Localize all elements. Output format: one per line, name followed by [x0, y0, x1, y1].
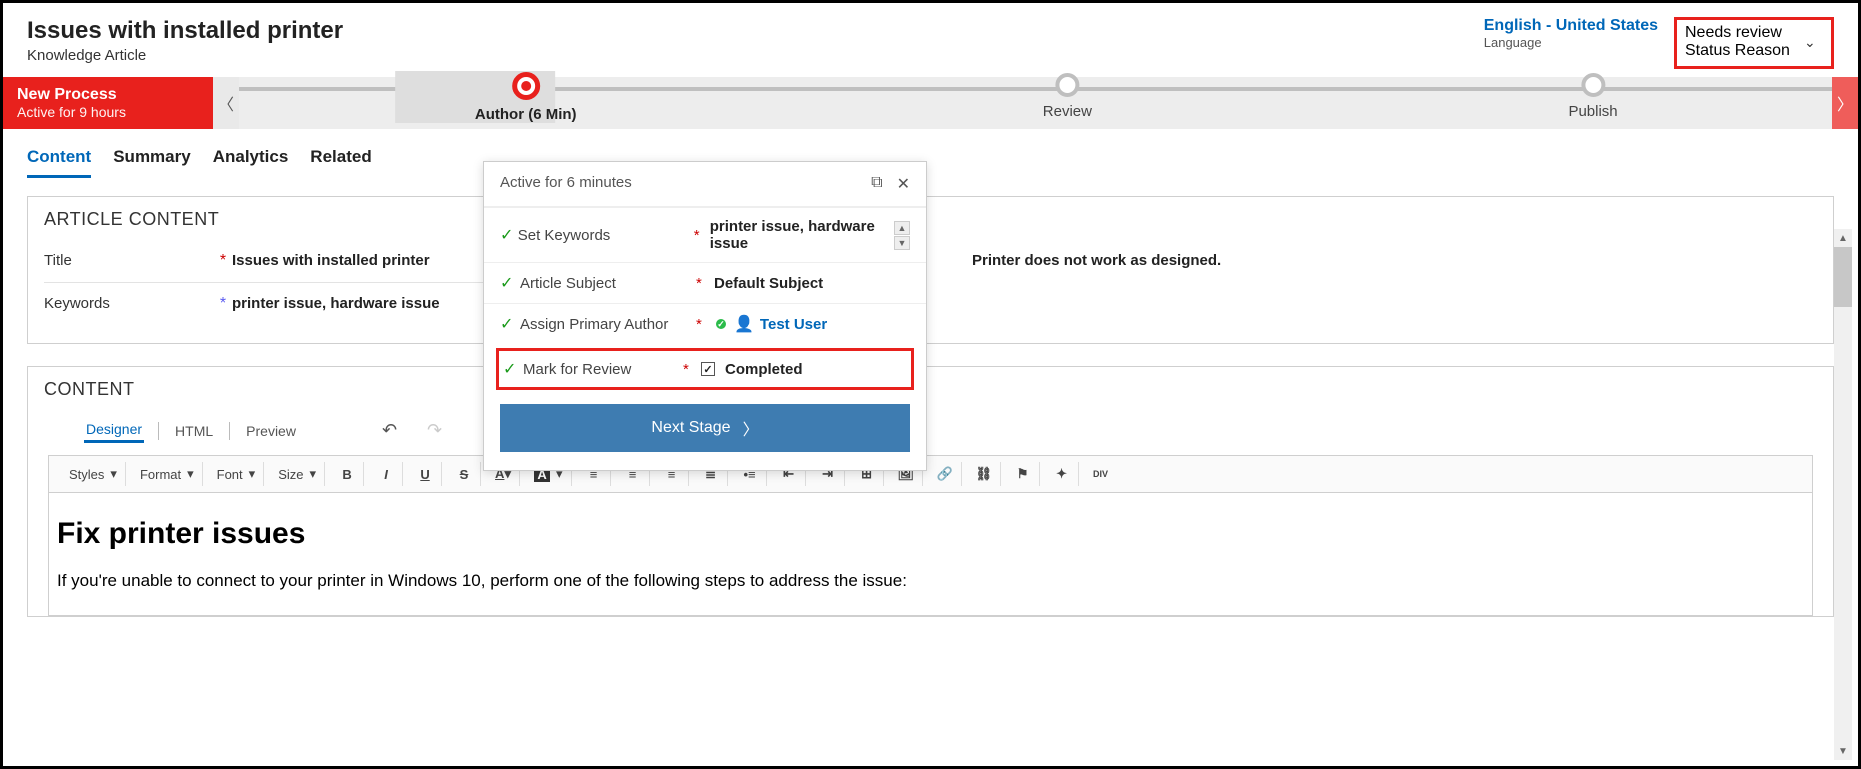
strike-icon[interactable]: S	[448, 462, 481, 486]
entity-type: Knowledge Article	[27, 47, 343, 64]
process-prev-button[interactable]: 〈	[213, 77, 239, 129]
process-next-button[interactable]: 〉	[1832, 77, 1858, 129]
required-icon: *	[214, 252, 232, 270]
italic-icon[interactable]: I	[370, 462, 403, 486]
section-title: ARTICLE CONTENT	[44, 209, 1817, 230]
popup-row-review[interactable]: ✓ Mark for Review * ✓ Completed	[496, 348, 914, 390]
editor-body[interactable]: Fix printer issues If you're unable to c…	[48, 493, 1813, 616]
tab-analytics[interactable]: Analytics	[213, 143, 289, 178]
checkbox-icon[interactable]: ✓	[701, 362, 715, 376]
undo-icon[interactable]: ↶	[382, 420, 397, 441]
process-name: New Process	[17, 86, 199, 104]
underline-icon[interactable]: U	[409, 462, 442, 486]
popout-icon[interactable]: ⧉	[871, 174, 882, 194]
process-duration: Active for 9 hours	[17, 104, 199, 120]
stage-flyout: Active for 6 minutes ⧉ ✕ ✓ Set Keywords …	[483, 161, 927, 471]
font-dropdown[interactable]: Font▾	[209, 462, 265, 486]
process-info[interactable]: New Process Active for 9 hours	[3, 77, 213, 129]
process-stage-bar: Author (6 Min) Review Publish	[239, 77, 1832, 129]
description-field[interactable]: Description * Printer does not work as d…	[784, 240, 1817, 282]
status-value: Needs review	[1685, 24, 1790, 42]
status-label: Status Reason	[1685, 42, 1790, 60]
language-value[interactable]: English - United States	[1484, 17, 1658, 35]
popup-duration: Active for 6 minutes	[500, 174, 632, 194]
chevron-down-icon[interactable]: ⌄	[1804, 34, 1816, 51]
language-label: Language	[1484, 35, 1658, 50]
popup-row-author[interactable]: ✓ Assign Primary Author * ✓ 👤 Test User	[484, 303, 926, 344]
check-icon: ✓	[500, 314, 520, 334]
redo-icon[interactable]: ↷	[427, 420, 442, 441]
editor-tab-html[interactable]: HTML	[173, 420, 215, 442]
check-icon: ✓	[500, 225, 518, 245]
div-icon[interactable]: DIV	[1085, 462, 1117, 486]
format-dropdown[interactable]: Format▾	[132, 462, 203, 486]
article-content-section: ARTICLE CONTENT Title * Issues with inst…	[27, 196, 1834, 344]
sparkle-icon[interactable]: ✦	[1046, 462, 1079, 486]
size-dropdown[interactable]: Size▾	[270, 462, 325, 486]
scroll-buttons[interactable]: ▲▼	[894, 221, 910, 250]
person-icon: 👤	[734, 314, 754, 334]
check-icon: ✓	[503, 359, 523, 379]
tab-related[interactable]: Related	[310, 143, 371, 178]
tab-summary[interactable]: Summary	[113, 143, 190, 178]
styles-dropdown[interactable]: Styles▾	[61, 462, 126, 486]
popup-row-keywords[interactable]: ✓ Set Keywords * printer issue, hardware…	[484, 207, 926, 262]
stage-author[interactable]: Author (6 Min)	[475, 72, 577, 123]
next-stage-button[interactable]: Next Stage〉	[500, 404, 910, 452]
bold-icon[interactable]: B	[331, 462, 364, 486]
stage-publish[interactable]: Publish	[1568, 73, 1617, 120]
tab-content[interactable]: Content	[27, 143, 91, 178]
vertical-scrollbar[interactable]: ▲ ▼	[1834, 229, 1852, 760]
content-heading: Fix printer issues	[57, 517, 1804, 551]
required-icon: *	[214, 295, 232, 313]
stage-review[interactable]: Review	[1043, 73, 1092, 120]
chevron-right-icon: 〉	[743, 416, 759, 440]
flag-icon[interactable]: ⚑	[1007, 462, 1040, 486]
content-paragraph: If you're unable to connect to your prin…	[57, 571, 1804, 591]
editor-tab-preview[interactable]: Preview	[244, 420, 298, 442]
editor-tab-designer[interactable]: Designer	[84, 418, 144, 443]
link-icon[interactable]: 🔗	[929, 462, 962, 486]
popup-row-subject[interactable]: ✓ Article Subject * Default Subject	[484, 262, 926, 303]
check-icon: ✓	[500, 273, 520, 293]
presence-icon: ✓	[714, 317, 728, 331]
page-title: Issues with installed printer	[27, 17, 343, 45]
status-reason-box[interactable]: Needs review Status Reason ⌄	[1674, 17, 1834, 69]
content-editor-section: CONTENT Designer HTML Preview ↶ ↷ Styles…	[27, 366, 1834, 617]
unlink-icon[interactable]: ⛓	[968, 462, 1001, 486]
close-icon[interactable]: ✕	[897, 174, 910, 194]
editor-toolbar: Styles▾ Format▾ Font▾ Size▾ B I U S A▾ A…	[48, 455, 1813, 493]
